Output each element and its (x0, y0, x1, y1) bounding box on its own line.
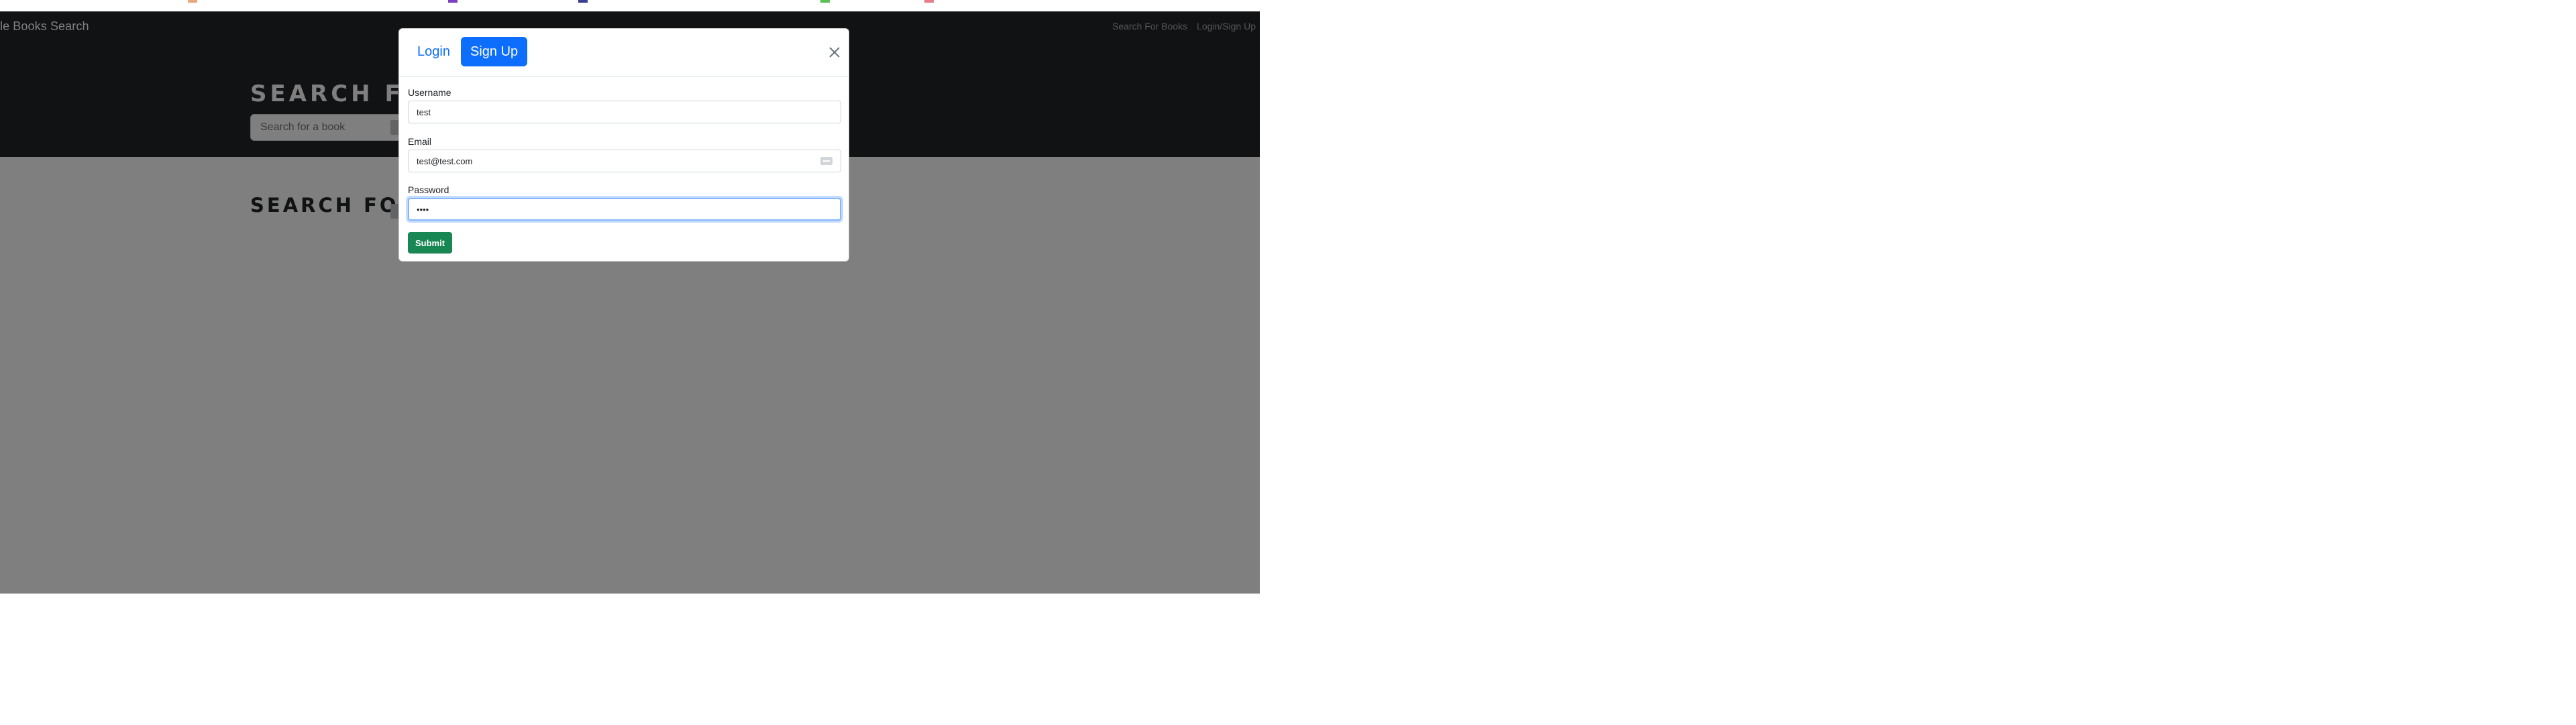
tab-favicon[interactable] (188, 0, 197, 3)
username-label: Username (408, 87, 451, 98)
modal-header: Login Sign Up (399, 29, 849, 77)
page: le Books Search Search For Books Login/S… (0, 0, 2576, 725)
tab-favicon[interactable] (924, 0, 934, 3)
tab-login[interactable]: Login (408, 37, 460, 66)
tab-favicon[interactable] (578, 0, 588, 3)
browser-tab-strip (0, 0, 2576, 11)
app-viewport: le Books Search Search For Books Login/S… (0, 11, 1260, 594)
email-field[interactable]: test@test.com (408, 150, 841, 172)
tab-favicon[interactable] (448, 0, 458, 3)
password-value: •••• (417, 204, 429, 215)
password-label: Password (408, 184, 449, 195)
close-icon[interactable] (826, 44, 843, 61)
email-label: Email (408, 136, 432, 147)
username-field[interactable]: test (408, 101, 841, 123)
username-value: test (417, 107, 431, 117)
tab-signup[interactable]: Sign Up (461, 37, 528, 66)
signup-modal: Login Sign Up Username test Email test@t… (398, 28, 849, 262)
submit-button[interactable]: Submit (408, 232, 452, 254)
tab-favicon[interactable] (820, 0, 830, 3)
email-value: test@test.com (417, 156, 473, 166)
autofill-icon[interactable] (820, 157, 833, 165)
password-field[interactable]: •••• (408, 198, 841, 221)
